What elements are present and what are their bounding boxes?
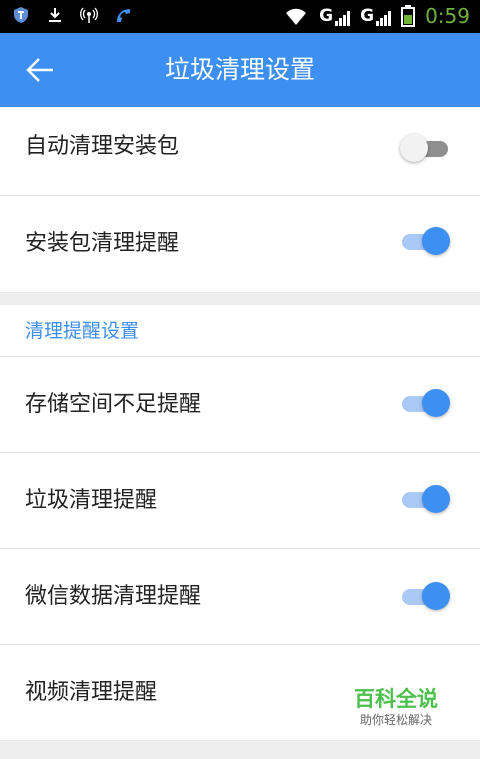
apk-reminder-toggle[interactable]: [400, 226, 452, 256]
setting-row-auto-clean-apk[interactable]: 自动清理安装包: [0, 107, 480, 196]
storage-reminder-toggle[interactable]: [400, 388, 452, 418]
setting-row-storage-reminder[interactable]: 存储空间不足提醒: [0, 357, 480, 453]
setting-label: 微信数据清理提醒: [25, 584, 202, 609]
battery-icon: [401, 5, 416, 27]
toggle-thumb: [422, 227, 450, 255]
status-icons: G G 0:59: [283, 4, 470, 28]
toolbar: 垃圾清理设置: [0, 33, 480, 107]
sim1-signal: G: [319, 6, 351, 26]
toggle-thumb: [400, 134, 428, 162]
sim1-network-type: G: [319, 6, 334, 26]
watermark-title: 百科全说: [354, 687, 438, 711]
section-title: 清理提醒设置: [25, 320, 140, 342]
sim2-signal: G: [360, 6, 392, 26]
download-icon: [46, 6, 64, 24]
page-title: 垃圾清理设置: [164, 55, 315, 84]
watermark-subtitle: 助你轻松解决: [359, 713, 432, 727]
setting-row-apk-reminder[interactable]: 安装包清理提醒: [0, 196, 480, 293]
wechat-reminder-toggle[interactable]: [400, 581, 452, 611]
setting-row-junk-reminder[interactable]: 垃圾清理提醒: [0, 453, 480, 549]
call-icon: [114, 6, 132, 24]
signal-icon: [376, 10, 392, 26]
wifi-icon: [283, 5, 309, 27]
notification-icons: [12, 6, 132, 24]
status-bar: G G 0:59: [0, 0, 480, 33]
clock: 0:59: [425, 4, 470, 28]
sim2-network-type: G: [360, 6, 375, 26]
setting-label: 垃圾清理提醒: [25, 488, 158, 513]
setting-label: 自动清理安装包: [25, 134, 180, 159]
signal-icon: [335, 10, 351, 26]
back-button[interactable]: [22, 55, 58, 85]
toggle-thumb: [422, 582, 450, 610]
toggle-thumb: [422, 485, 450, 513]
setting-label: 安装包清理提醒: [25, 231, 180, 256]
shield-icon: [12, 6, 30, 24]
arrow-left-icon: [26, 58, 53, 82]
auto-clean-apk-toggle[interactable]: [400, 133, 452, 163]
toggle-thumb: [422, 389, 450, 417]
setting-row-wechat-reminder[interactable]: 微信数据清理提醒: [0, 549, 480, 645]
junk-reminder-toggle[interactable]: [400, 484, 452, 514]
setting-label: 视频清理提醒: [25, 680, 158, 705]
section-header: 清理提醒设置: [0, 305, 480, 357]
setting-label: 存储空间不足提醒: [25, 392, 202, 417]
watermark-logo: 百科全说 助你轻松解决: [348, 686, 444, 728]
hotspot-icon: [80, 6, 98, 24]
